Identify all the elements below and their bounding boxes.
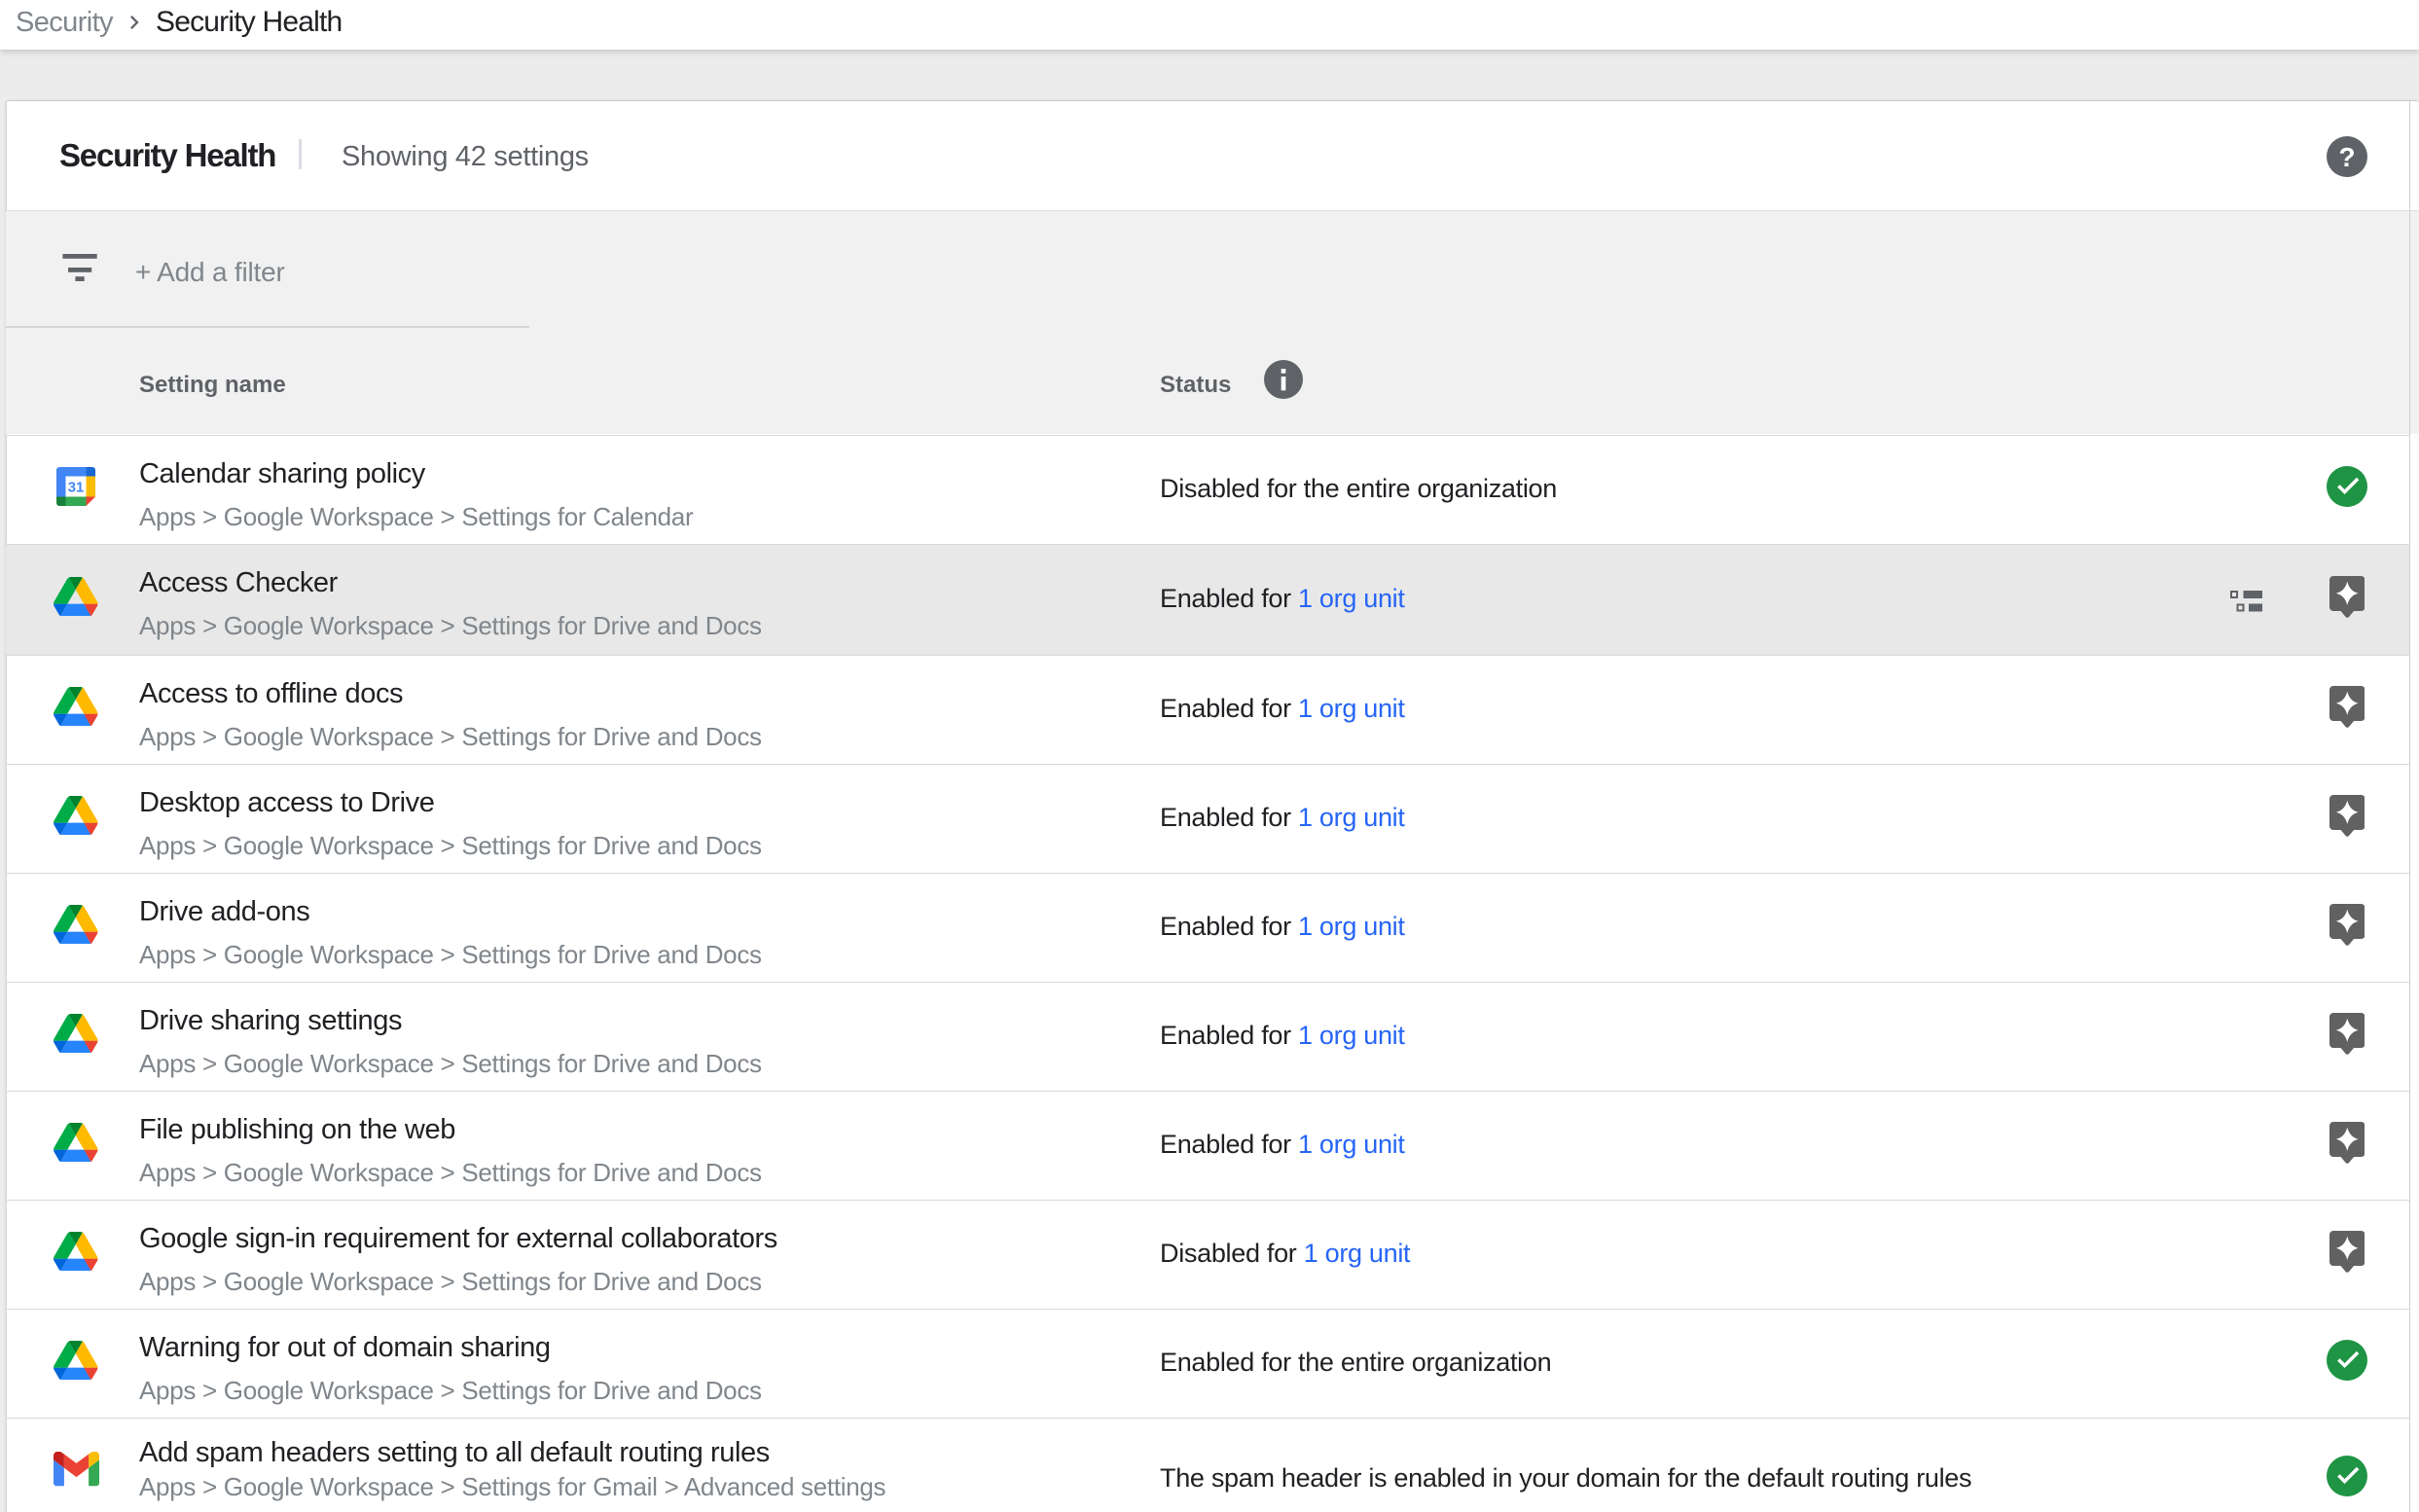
svg-text:?: ?: [2338, 142, 2355, 172]
svg-text:31: 31: [68, 480, 84, 495]
